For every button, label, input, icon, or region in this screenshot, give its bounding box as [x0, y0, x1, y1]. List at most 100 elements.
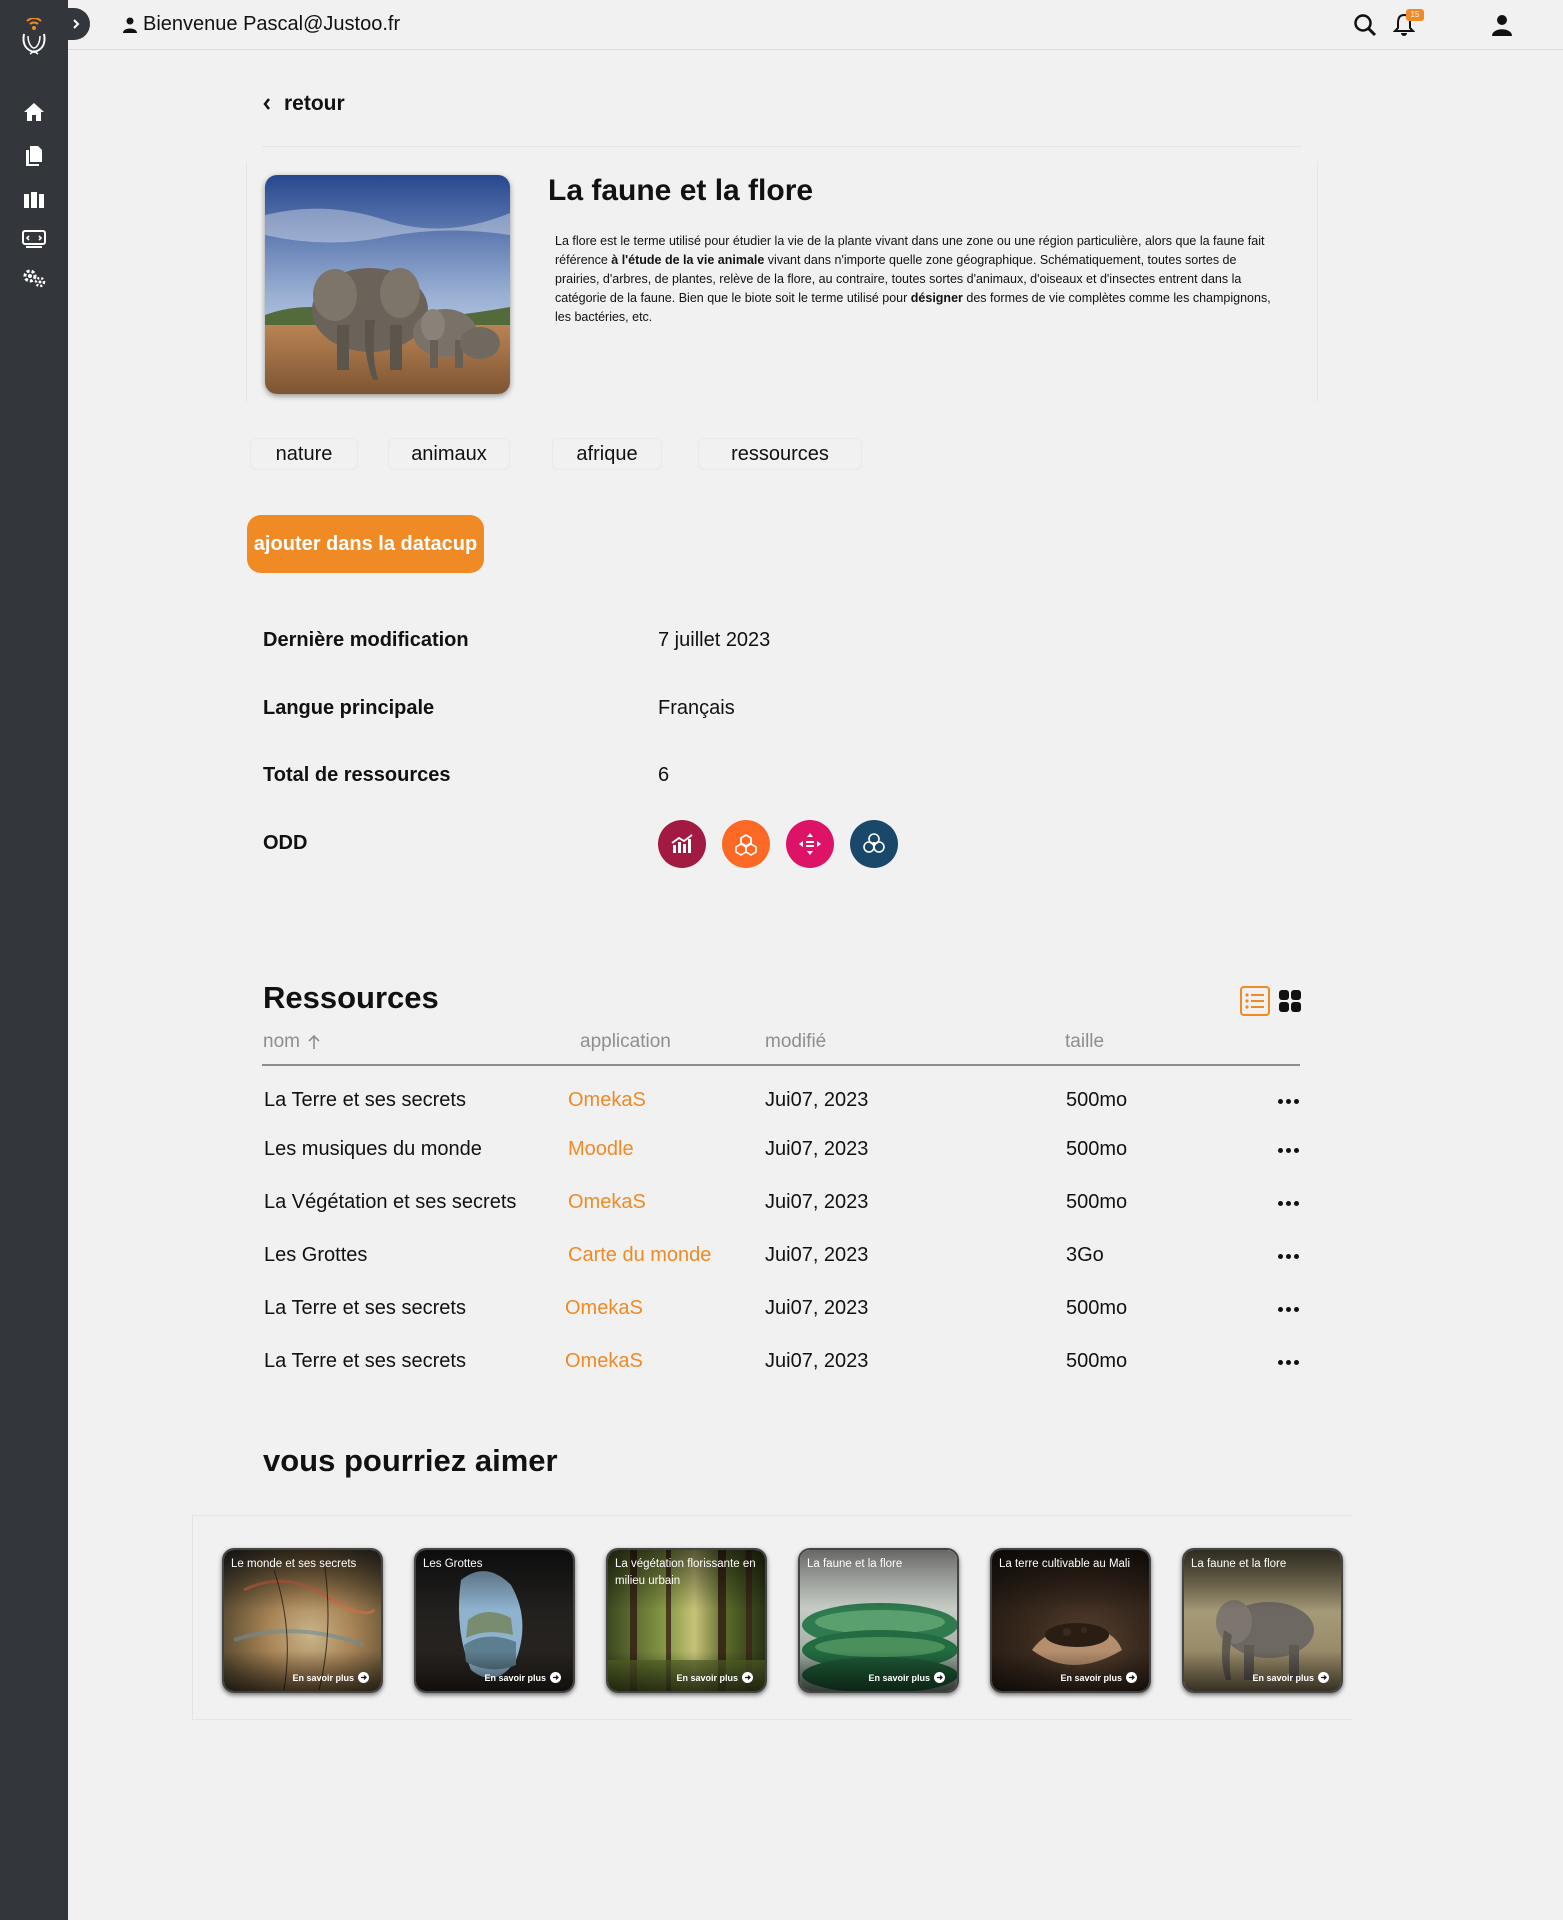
recommendation-card[interactable]: Le monde et ses secrets En savoir plus	[222, 1548, 383, 1693]
card-title: La faune et la flore	[807, 1558, 903, 1570]
resource-date: Jui07, 2023	[765, 1297, 869, 1319]
page-title: La faune et la flore	[548, 174, 814, 207]
learn-more-link[interactable]: En savoir plus	[484, 1672, 561, 1683]
documents-icon[interactable]	[20, 142, 48, 170]
resource-name: La Terre et ses secrets	[264, 1089, 466, 1111]
recommendation-card[interactable]: Les Grottes En savoir plus	[414, 1548, 575, 1693]
home-icon[interactable]	[20, 98, 48, 126]
arrow-right-icon	[1126, 1672, 1137, 1683]
arrow-right-icon	[1318, 1672, 1329, 1683]
arrow-right-icon	[934, 1672, 945, 1683]
column-header-application[interactable]: application	[580, 1031, 671, 1053]
resource-date: Jui07, 2023	[765, 1191, 869, 1213]
learn-more-link[interactable]: En savoir plus	[676, 1672, 753, 1683]
hero-image	[265, 175, 510, 394]
learn-more-link[interactable]: En savoir plus	[292, 1672, 369, 1683]
library-icon[interactable]	[20, 186, 48, 214]
resource-date: Jui07, 2023	[765, 1089, 869, 1111]
table-row[interactable]: La Terre et ses secrets OmekaS Jui07, 20…	[264, 1089, 1304, 1119]
resource-size: 500mo	[1066, 1138, 1128, 1160]
resource-size: 500mo	[1066, 1191, 1128, 1213]
resources-title: Ressources	[263, 980, 439, 1015]
resource-name: La Terre et ses secrets	[264, 1350, 466, 1372]
recommendation-card[interactable]: La végétation florissante en milieu urba…	[606, 1548, 767, 1693]
resource-app-link[interactable]: OmekaS	[565, 1297, 643, 1320]
more-options-icon[interactable]	[1278, 1099, 1299, 1104]
back-link[interactable]: retour	[262, 92, 345, 116]
total-resources-label: Total de ressources	[263, 764, 451, 786]
odd-growth-icon[interactable]	[658, 820, 706, 868]
account-icon[interactable]	[1488, 11, 1516, 39]
resource-app-link[interactable]: Carte du monde	[568, 1244, 711, 1267]
app-logo[interactable]	[16, 17, 52, 58]
resource-app-link[interactable]: OmekaS	[565, 1350, 643, 1373]
tag-animaux[interactable]: animaux	[388, 438, 510, 470]
table-row[interactable]: La Terre et ses secrets OmekaS Jui07, 20…	[264, 1350, 1304, 1380]
odd-industry-icon[interactable]	[722, 820, 770, 868]
column-header-size[interactable]: taille	[1065, 1031, 1104, 1053]
more-options-icon[interactable]	[1278, 1148, 1299, 1153]
notification-button[interactable]: 15	[1390, 9, 1424, 39]
arrow-right-icon	[742, 1672, 753, 1683]
tag-ressources[interactable]: ressources	[698, 438, 862, 470]
recommendation-cards: Le monde et ses secrets En savoir plus L…	[222, 1548, 1343, 1693]
tag-nature[interactable]: nature	[250, 438, 358, 470]
resource-app-link[interactable]: OmekaS	[568, 1191, 646, 1214]
list-view-icon[interactable]	[1240, 986, 1270, 1016]
tag-afrique[interactable]: afrique	[552, 438, 662, 470]
resource-name: La Végétation et ses secrets	[264, 1191, 517, 1213]
resource-app-link[interactable]: OmekaS	[568, 1089, 646, 1112]
resource-name: Les Grottes	[264, 1244, 368, 1266]
language-value: Français	[658, 697, 735, 719]
add-to-datacup-button[interactable]: ajouter dans la datacup	[247, 515, 484, 573]
more-options-icon[interactable]	[1278, 1360, 1299, 1365]
last-modified-label: Dernière modification	[263, 629, 469, 651]
resource-size: 500mo	[1066, 1297, 1128, 1319]
table-row[interactable]: La Végétation et ses secrets OmekaS Jui0…	[264, 1191, 1304, 1221]
recommendation-card[interactable]: La faune et la flore En savoir plus	[798, 1548, 959, 1693]
more-options-icon[interactable]	[1278, 1201, 1299, 1206]
more-options-icon[interactable]	[1278, 1307, 1299, 1312]
notification-badge: 15	[1406, 9, 1424, 21]
resource-size: 3Go	[1066, 1244, 1104, 1266]
table-header-divider	[262, 1064, 1300, 1066]
odd-inequality-icon[interactable]	[786, 820, 834, 868]
settings-icon[interactable]	[20, 264, 48, 292]
card-title: La terre cultivable au Mali	[999, 1558, 1131, 1570]
dev-screen-icon[interactable]	[20, 225, 48, 253]
back-label: retour	[284, 92, 345, 115]
resource-app-link[interactable]: Moodle	[568, 1138, 634, 1161]
resource-date: Jui07, 2023	[765, 1244, 869, 1266]
card-title: Le monde et ses secrets	[231, 1558, 357, 1570]
recommendation-card[interactable]: La faune et la flore En savoir plus	[1182, 1548, 1343, 1693]
learn-more-link[interactable]: En savoir plus	[1060, 1672, 1137, 1683]
total-resources-value: 6	[658, 764, 670, 786]
search-icon[interactable]	[1351, 11, 1379, 39]
table-row[interactable]: Les musiques du monde Moodle Jui07, 2023…	[264, 1138, 1304, 1168]
topbar: Bienvenue Pascal@Justoo.fr 15	[68, 0, 1563, 50]
sort-arrow-up-icon	[308, 1034, 320, 1049]
welcome-message: Bienvenue Pascal@Justoo.fr	[123, 13, 400, 36]
column-header-name[interactable]: nom	[263, 1031, 320, 1053]
table-row[interactable]: Les Grottes Carte du monde Jui07, 2023 3…	[264, 1244, 1304, 1274]
odd-partnership-icon[interactable]	[850, 820, 898, 868]
learn-more-link[interactable]: En savoir plus	[868, 1672, 945, 1683]
welcome-text: Bienvenue Pascal@Justoo.fr	[143, 13, 401, 35]
chevron-left-icon	[263, 98, 270, 110]
resource-date: Jui07, 2023	[765, 1350, 869, 1372]
resource-date: Jui07, 2023	[765, 1138, 869, 1160]
arrow-right-icon	[550, 1672, 561, 1683]
card-title: Les Grottes	[423, 1558, 483, 1570]
arrow-right-icon	[358, 1672, 369, 1683]
grid-view-icon[interactable]	[1275, 986, 1305, 1016]
learn-more-link[interactable]: En savoir plus	[1252, 1672, 1329, 1683]
resource-name: La Terre et ses secrets	[264, 1297, 466, 1319]
odd-icons	[658, 820, 898, 868]
more-options-icon[interactable]	[1278, 1254, 1299, 1259]
recommendation-card[interactable]: La terre cultivable au Mali En savoir pl…	[990, 1548, 1151, 1693]
odd-label: ODD	[263, 832, 308, 854]
hero-description: La flore est le terme utilisé pour étudi…	[555, 234, 1271, 324]
language-label: Langue principale	[263, 697, 435, 719]
table-row[interactable]: La Terre et ses secrets OmekaS Jui07, 20…	[264, 1297, 1304, 1327]
column-header-modified[interactable]: modifié	[765, 1031, 826, 1053]
